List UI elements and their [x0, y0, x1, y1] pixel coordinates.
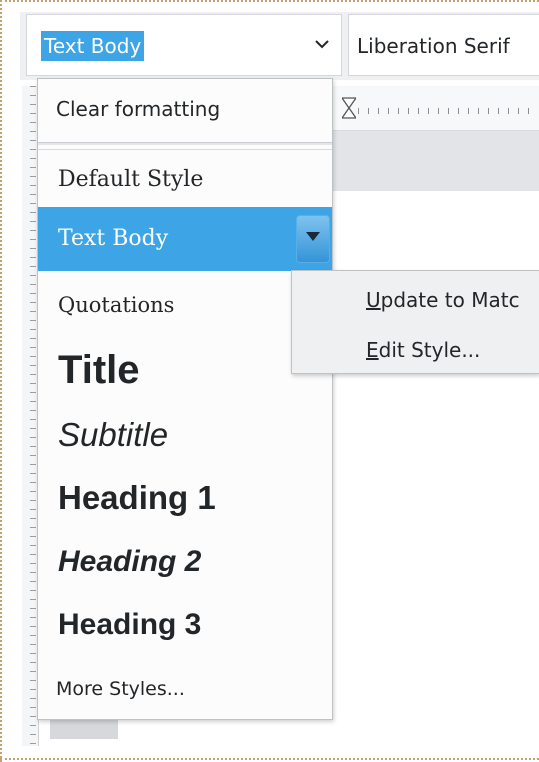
style-item-heading-1[interactable]: Heading 1	[38, 467, 332, 529]
update-to-match-item[interactable]: Update to Matc	[292, 275, 539, 325]
horizontal-ruler	[332, 86, 539, 131]
horizontal-ruler-ticks	[358, 108, 538, 114]
font-name-value[interactable]: Liberation Serif	[357, 31, 510, 61]
dotted-frame-left	[0, 0, 2, 762]
triangle-down-icon	[306, 232, 320, 241]
paragraph-style-combobox[interactable]: Text Body	[26, 14, 342, 76]
paragraph-style-dropdown: Clear formatting Default Style Text Body…	[37, 78, 333, 720]
style-item-title[interactable]: Title	[38, 337, 332, 403]
style-item-text-body-label: Text Body	[58, 226, 169, 251]
update-mnemonic: U	[366, 288, 381, 312]
style-item-menu-button[interactable]	[296, 215, 330, 263]
style-item-default-style[interactable]: Default Style	[38, 149, 332, 209]
dotted-frame-bottom	[0, 758, 539, 760]
page-margin-band	[332, 131, 539, 191]
paragraph-style-value[interactable]: Text Body	[41, 31, 145, 61]
style-context-menu: Update to Matc Edit Style...	[291, 270, 539, 374]
style-item-quotations[interactable]: Quotations	[38, 275, 332, 335]
edit-mnemonic: E	[366, 338, 379, 362]
clear-formatting-item[interactable]: Clear formatting	[38, 79, 332, 143]
style-item-subtitle[interactable]: Subtitle	[38, 405, 332, 465]
edit-style-item[interactable]: Edit Style...	[292, 325, 539, 375]
font-name-combobox[interactable]: Liberation Serif	[348, 14, 539, 76]
menu-separator	[38, 143, 332, 145]
style-item-text-body[interactable]: Text Body	[38, 207, 332, 271]
vertical-ruler-ticks	[30, 86, 36, 746]
update-label: pdate to Matc	[380, 288, 520, 312]
dotted-frame-top	[0, 0, 539, 2]
tab-stop-icon[interactable]	[340, 96, 358, 120]
more-styles-item[interactable]: More Styles...	[38, 661, 332, 717]
chevron-down-icon[interactable]	[311, 33, 333, 55]
style-item-heading-2[interactable]: Heading 2	[38, 531, 332, 593]
style-item-heading-3[interactable]: Heading 3	[38, 593, 332, 657]
edit-label: dit Style...	[378, 338, 481, 362]
